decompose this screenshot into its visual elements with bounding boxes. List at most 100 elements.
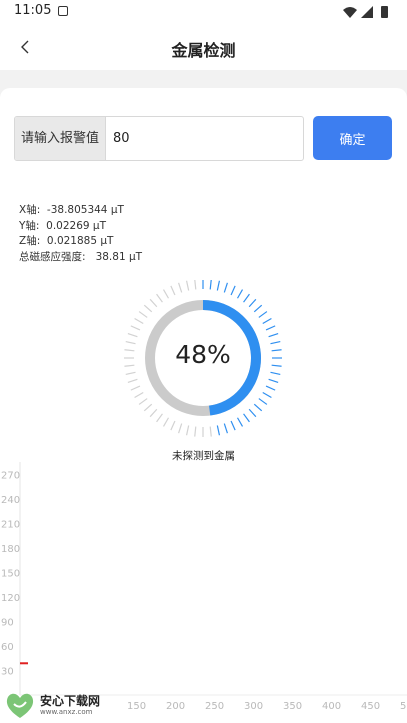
gauge-tick [243, 413, 250, 423]
confirm-button[interactable]: 确定 [313, 116, 392, 160]
watermark-url: www.anxz.com [40, 708, 93, 716]
x-tick-label: 250 [205, 701, 224, 712]
x-tick-label: 200 [166, 701, 185, 712]
x-axis-reading: X轴: -38.805344 μT [19, 203, 142, 219]
y-tick-label: 60 [1, 642, 14, 653]
total-field-reading: 总磁感应强度: 38.81 μT [19, 250, 142, 266]
gauge-tick [170, 285, 176, 296]
gauge-tick [178, 423, 183, 434]
gauge-tick [223, 282, 228, 293]
gauge-tick [143, 403, 153, 412]
z-axis-reading: Z轴: 0.021885 μT [19, 234, 142, 250]
gauge-tick [230, 285, 236, 296]
gauge-tick [262, 391, 272, 399]
gauge-tick [130, 325, 141, 331]
gauge-tick [149, 408, 158, 418]
alarm-value-input[interactable] [107, 117, 303, 160]
gauge-tick [156, 413, 163, 423]
detection-status: 未探测到金属 [172, 450, 235, 462]
gauge-tick [170, 420, 176, 431]
status-time: 11:05 [14, 3, 52, 18]
gauge-tick [143, 304, 153, 313]
alarm-label: 请输入报警值 [15, 117, 106, 160]
y-tick-label: 270 [1, 470, 20, 481]
signal-icon [361, 6, 373, 18]
gauge-tick [236, 417, 244, 427]
y-tick-label: 150 [1, 568, 20, 579]
y-tick-label: 120 [1, 593, 20, 604]
page-title: 金属检测 [171, 41, 236, 60]
y-tick-label: 180 [1, 544, 20, 555]
x-tick-label: 350 [283, 701, 302, 712]
gauge-tick [149, 298, 158, 308]
y-tick-label: 90 [1, 617, 14, 628]
alarm-input-group: 请输入报警值 [14, 116, 304, 161]
gauge-tick [127, 378, 138, 383]
gauge-tick [185, 425, 190, 436]
app-bar: 金属检测 [0, 24, 407, 70]
y-tick-label: 210 [1, 519, 20, 530]
gauge-tick [270, 371, 281, 376]
x-tick-label: 300 [244, 701, 263, 712]
gauge-tick [127, 333, 138, 338]
gauge-tick [248, 408, 257, 418]
gauge-tick [258, 398, 268, 405]
gauge-tick [268, 378, 279, 383]
x-axis-label: X轴: [19, 204, 41, 216]
gauge-tick [134, 391, 144, 399]
y-axis-label: Y轴: [19, 219, 40, 232]
status-icons [341, 4, 397, 23]
gauge-tick [230, 420, 236, 431]
gauge-tick [209, 280, 212, 290]
gauge-tick [130, 385, 141, 391]
gauge-tick [262, 317, 272, 325]
gauge-tick [265, 325, 276, 331]
notification-icon [58, 6, 68, 16]
gauge-tick [178, 282, 183, 293]
y-tick-label: 240 [1, 495, 20, 506]
gauge-tick [125, 371, 136, 376]
gauge-tick [253, 403, 263, 412]
z-axis-value: 0.021885 μT [46, 235, 114, 247]
gauge-tick [243, 293, 250, 303]
x-tick-label: 450 [361, 701, 380, 712]
status-bar: 11:05 [0, 0, 407, 24]
gauge-tick [248, 298, 257, 308]
chart-plot: 270 240 210 180 150 120 90 60 30 150 200 250 300 350 4… [1, 462, 407, 712]
total-field-value: 38.81 μT [95, 250, 143, 263]
x-tick-label: 50 [400, 701, 407, 712]
gauge-tick [216, 425, 221, 436]
gauge-tick [236, 289, 244, 299]
gauge-percent-text: 48% [175, 340, 231, 369]
gauge-tick [265, 385, 276, 391]
gauge-tick [194, 280, 197, 290]
magnetic-chart: 270 240 210 180 150 120 90 60 30 150 200 250 300 350 4… [0, 462, 407, 723]
gauge-tick [156, 293, 163, 303]
gauge-tick [162, 417, 170, 427]
gauge-tick [162, 289, 170, 299]
logo-icon [6, 693, 34, 718]
y-tick-label: 30 [1, 666, 14, 677]
gauge-tick [138, 398, 148, 405]
magnetic-readings: X轴: -38.805344 μT Y轴: 0.02269 μT Z轴: 0.0… [19, 203, 142, 265]
gauge-tick [258, 311, 268, 318]
gauge-tick [223, 423, 228, 434]
total-field-label: 总磁感应强度: [19, 250, 86, 263]
gauge-tick [194, 426, 197, 437]
gauge-tick [268, 333, 279, 338]
watermark-name: 安心下载网 [40, 694, 101, 708]
gauge-tick [253, 304, 263, 313]
wifi-icon [343, 7, 357, 18]
x-axis-value: -38.805344 μT [46, 204, 124, 216]
x-tick-label: 150 [127, 701, 146, 712]
gauge-tick [185, 280, 190, 291]
gauge-tick [216, 280, 221, 291]
x-tick-label: 400 [322, 701, 341, 712]
battery-icon [381, 6, 388, 18]
gauge-tick [134, 317, 144, 325]
gauge-tick [209, 426, 212, 437]
y-axis-value: 0.02269 μT [46, 219, 106, 232]
gauge-tick [138, 311, 148, 318]
z-axis-label: Z轴: [19, 235, 41, 247]
y-axis-reading: Y轴: 0.02269 μT [19, 219, 142, 235]
